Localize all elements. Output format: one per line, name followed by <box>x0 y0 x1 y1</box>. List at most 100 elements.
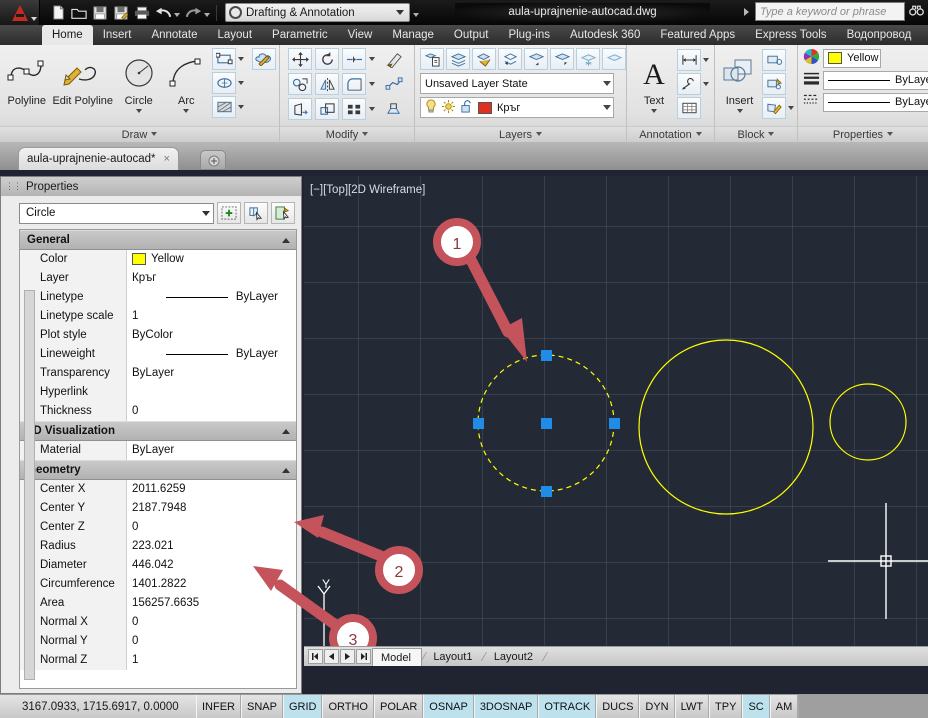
drag-grip-icon[interactable]: ⋮⋮ <box>5 181 22 192</box>
property-row-hyperlink[interactable]: Hyperlink <box>20 382 296 402</box>
grip-center[interactable] <box>541 418 552 429</box>
status-toggle-polar[interactable]: POLAR <box>374 694 424 718</box>
grip-right[interactable] <box>609 418 620 429</box>
property-group-general[interactable]: General <box>20 230 296 250</box>
panel-title-annotation[interactable]: Annotation <box>627 126 714 142</box>
current-layer-combo[interactable]: Кръг <box>420 97 614 118</box>
ribbon-tab-vodoprovod[interactable]: Водопровод <box>837 25 922 45</box>
property-row-linetype[interactable]: Linetype ByLayer <box>20 287 296 307</box>
layer-freeze-button[interactable] <box>576 48 600 70</box>
chevron-down-icon[interactable] <box>651 109 657 113</box>
layer-list-button[interactable] <box>446 48 470 70</box>
layer-off-button[interactable] <box>602 48 626 70</box>
undo-icon[interactable] <box>153 3 173 23</box>
fillet-button[interactable] <box>342 73 366 95</box>
save-as-icon[interactable] <box>111 3 131 23</box>
circle-small[interactable] <box>829 383 907 461</box>
chevron-down-icon[interactable] <box>369 57 375 61</box>
property-value[interactable]: ByLayer <box>127 363 296 383</box>
linetype-combo[interactable]: ByLayer <box>823 92 928 112</box>
table-button[interactable] <box>677 97 701 119</box>
layout-tab-layout2[interactable]: Layout2 <box>486 648 543 666</box>
layer-state-combo[interactable]: Unsaved Layer State <box>420 73 614 94</box>
panel-title-draw[interactable]: Draw <box>0 126 279 142</box>
move-button[interactable] <box>288 48 312 70</box>
ribbon-tab-insert[interactable]: Insert <box>93 25 142 45</box>
ribbon-tab-autodesk360[interactable]: Autodesk 360 <box>560 25 650 45</box>
status-toggle-snap[interactable]: SNAP <box>241 694 283 718</box>
ribbon-tab-plugins[interactable]: Plug-ins <box>498 25 560 45</box>
revcloud-button[interactable] <box>252 48 277 70</box>
chevron-down-icon[interactable] <box>369 107 375 111</box>
layer-thaw-icon[interactable] <box>442 99 455 116</box>
grip-top[interactable] <box>541 350 552 361</box>
layer-unisolate-button[interactable] <box>550 48 574 70</box>
layer-match-button[interactable] <box>472 48 496 70</box>
property-row-plot-style[interactable]: Plot style ByColor <box>20 325 296 345</box>
create-block-button[interactable] <box>762 49 786 71</box>
stretch-button[interactable] <box>288 98 312 120</box>
property-row-lineweight[interactable]: Lineweight ByLayer <box>20 344 296 364</box>
undo-dropdown-icon[interactable] <box>174 12 180 17</box>
hatch-button[interactable] <box>212 96 237 118</box>
property-value[interactable]: 2011.6259 <box>127 479 296 499</box>
drawing-canvas[interactable]: [−][Top][2D Wireframe] Y <box>304 176 928 646</box>
scale-button[interactable] <box>315 98 339 120</box>
chevron-down-icon[interactable] <box>703 82 709 86</box>
new-file-icon[interactable] <box>48 3 68 23</box>
status-toggle-sc[interactable]: SC <box>742 694 770 718</box>
mirror-button[interactable] <box>315 73 339 95</box>
leader-button[interactable] <box>677 73 701 95</box>
next-layout-button[interactable] <box>340 649 355 664</box>
object-color-combo[interactable]: Yellow <box>823 48 882 68</box>
property-row-color[interactable]: Color Yellow <box>20 249 296 269</box>
trim-button[interactable] <box>342 48 366 70</box>
application-menu-button[interactable] <box>0 0 40 25</box>
ribbon-tab-output[interactable]: Output <box>444 25 499 45</box>
grip-bottom[interactable] <box>541 486 552 497</box>
ribbon-tab-layout[interactable]: Layout <box>208 25 263 45</box>
panel-title-block[interactable]: Block <box>715 126 797 142</box>
array-button[interactable] <box>342 98 366 120</box>
close-icon[interactable]: × <box>164 153 170 165</box>
ribbon-tab-featured-apps[interactable]: Featured Apps <box>650 25 745 45</box>
status-toggle-ortho[interactable]: ORTHO <box>322 694 374 718</box>
grip-left[interactable] <box>473 418 484 429</box>
property-value[interactable]: 0 <box>127 612 296 632</box>
status-toggle-grid[interactable]: GRID <box>282 694 323 718</box>
redo-icon[interactable] <box>183 3 203 23</box>
arc-button[interactable]: Arc <box>163 48 211 113</box>
text-button[interactable]: A Text <box>633 48 675 113</box>
circle-medium[interactable] <box>638 339 814 515</box>
coordinates-display[interactable]: 3167.0933, 1715.6917, 0.0000 <box>0 701 196 713</box>
property-row-material[interactable]: Material ByLayer <box>20 440 296 460</box>
edit-polyline-button[interactable]: Edit Polyline <box>51 48 115 107</box>
property-value[interactable]: Кръг <box>127 268 296 288</box>
properties-scrollbar[interactable] <box>24 290 35 680</box>
property-value[interactable]: 1 <box>127 306 296 326</box>
chevron-down-icon[interactable] <box>238 105 245 109</box>
chevron-down-icon[interactable] <box>369 82 375 86</box>
panel-title-properties[interactable]: Properties <box>798 126 928 142</box>
layer-on-icon[interactable] <box>425 99 437 116</box>
layer-color-swatch[interactable] <box>478 101 492 114</box>
property-value[interactable]: 2187.7948 <box>127 498 296 518</box>
panel-title-layers[interactable]: Layers <box>415 126 626 142</box>
layer-properties-button[interactable] <box>420 48 444 70</box>
status-toggle-3dosnap[interactable]: 3DOSNAP <box>473 694 539 718</box>
erase-button[interactable] <box>382 48 406 70</box>
ribbon-tab-annotate[interactable]: Annotate <box>141 25 207 45</box>
property-value[interactable]: 156257.6635 <box>127 593 296 613</box>
chevron-down-icon[interactable] <box>135 109 142 113</box>
chevron-down-icon[interactable] <box>703 58 709 62</box>
property-value[interactable]: ByColor <box>127 325 296 345</box>
open-file-icon[interactable] <box>69 3 89 23</box>
chevron-down-icon[interactable] <box>238 81 245 85</box>
ribbon-tab-home[interactable]: Home <box>42 25 93 45</box>
property-value[interactable]: 0 <box>127 517 296 537</box>
status-toggle-dyn[interactable]: DYN <box>639 694 675 718</box>
layout-tab-layout1[interactable]: Layout1 <box>425 648 482 666</box>
property-row-diameter[interactable]: Diameter 446.042 <box>20 555 296 575</box>
property-row-layer[interactable]: Layer Кръг <box>20 268 296 288</box>
property-value[interactable]: 223.021 <box>127 536 296 556</box>
